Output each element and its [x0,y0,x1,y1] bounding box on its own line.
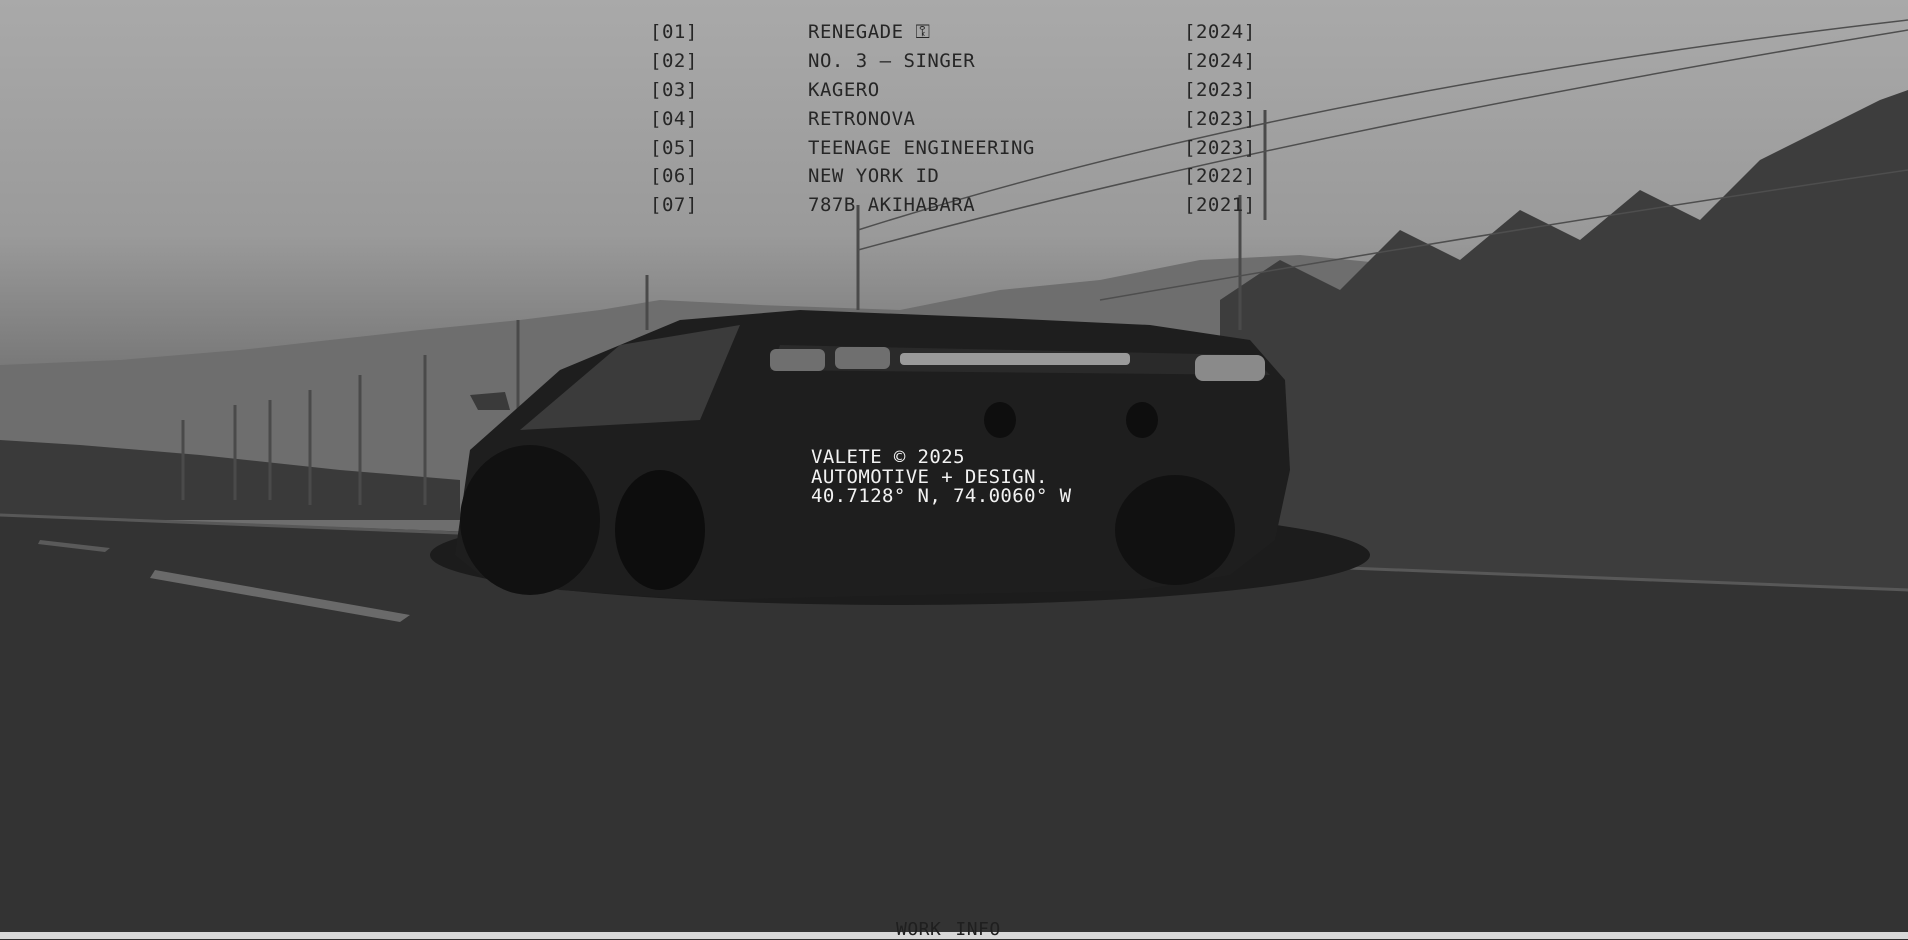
project-index: [02] [650,50,698,73]
project-name: NEW YORK ID [808,165,940,188]
project-row-01[interactable]: [01] RENEGADE ⚿ [2024] [650,18,1270,47]
project-name: NO. 3 — SINGER [808,50,976,73]
project-list: [01] RENEGADE ⚿ [2024] [02] NO. 3 — SING… [650,18,1270,220]
bottom-nav: WORK INFO [896,920,1001,940]
coordinates: 40.7128° N, 74.0060° W [811,485,1072,508]
nav-work-link[interactable]: WORK [896,920,941,940]
project-row-06[interactable]: [06] NEW YORK ID [2022] [650,162,1270,191]
project-row-04[interactable]: [04] RETRONOVA [2023] [650,104,1270,133]
project-year: [2022] [1184,165,1256,188]
project-year: [2021] [1184,194,1256,217]
project-row-05[interactable]: [05] TEENAGE ENGINEERING [2023] [650,133,1270,162]
project-year: [2023] [1184,78,1256,101]
nav-info-link[interactable]: INFO [955,920,1000,940]
project-row-03[interactable]: [03] KAGERO [2023] [650,76,1270,105]
studio-info: VALETE © 2025 AUTOMOTIVE + DESIGN. 40.71… [811,446,1072,508]
project-row-02[interactable]: [02] NO. 3 — SINGER [2024] [650,47,1270,76]
project-name: RETRONOVA [808,107,916,130]
project-index: [01] [650,21,698,44]
project-row-07[interactable]: [07] 787B AKIHABARA [2021] [650,191,1270,220]
project-index: [04] [650,107,698,130]
tree-line [1220,90,1908,600]
project-year: [2024] [1184,50,1256,73]
project-index: [05] [650,136,698,159]
project-name: KAGERO [808,78,880,101]
project-name: 787B AKIHABARA [808,194,976,217]
project-name: TEENAGE ENGINEERING [808,136,1035,159]
project-year: [2023] [1184,136,1256,159]
project-index: [03] [650,78,698,101]
copyright-line: VALETE © 2025 [811,446,965,468]
project-index: [07] [650,194,698,217]
project-index: [06] [650,165,698,188]
project-year: [2023] [1184,107,1256,130]
project-year: [2024] [1184,21,1256,44]
project-name: RENEGADE ⚿ [808,21,931,44]
